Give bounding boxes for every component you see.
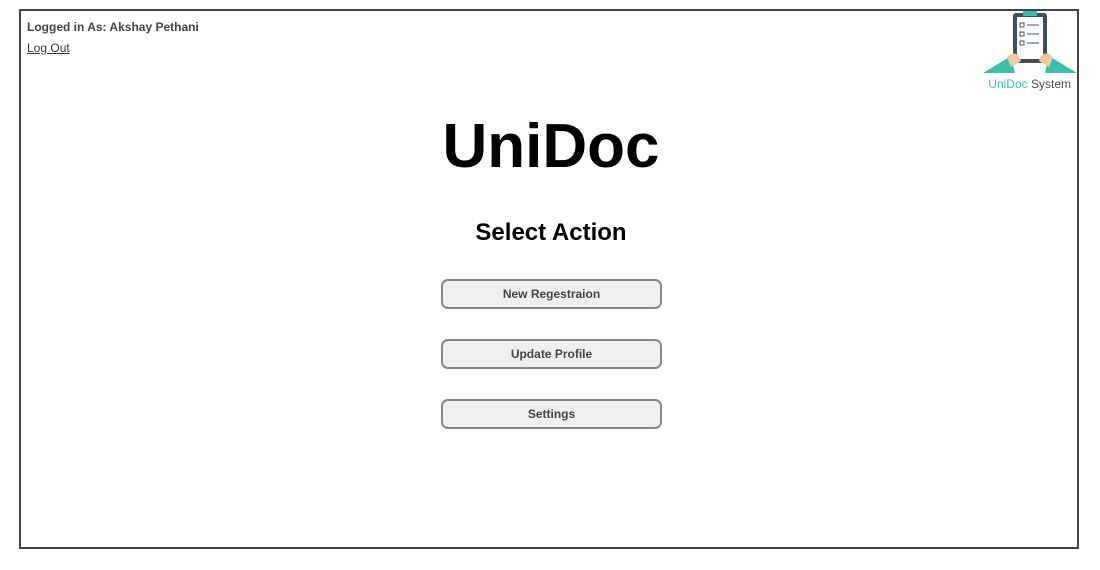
logged-in-user-label: Logged in As: Akshay Pethani (27, 20, 199, 34)
settings-button[interactable]: Settings (441, 399, 662, 429)
unidoc-logo: UniDoc System (981, 11, 1079, 95)
new-registration-button[interactable]: New Regestraion (441, 279, 662, 309)
clipboard-checklist-icon (983, 11, 1077, 73)
select-action-heading: Select Action (475, 219, 627, 246)
app-window: Logged in As: Akshay Pethani Log Out Uni… (19, 9, 1079, 549)
logo-caption: UniDoc System (988, 77, 1071, 91)
update-profile-button[interactable]: Update Profile (441, 339, 662, 369)
app-title: UniDoc (442, 112, 660, 181)
logout-link[interactable]: Log Out (27, 41, 70, 55)
logo-caption-system: System (1027, 77, 1071, 91)
logo-caption-unidoc: UniDoc (988, 77, 1028, 91)
